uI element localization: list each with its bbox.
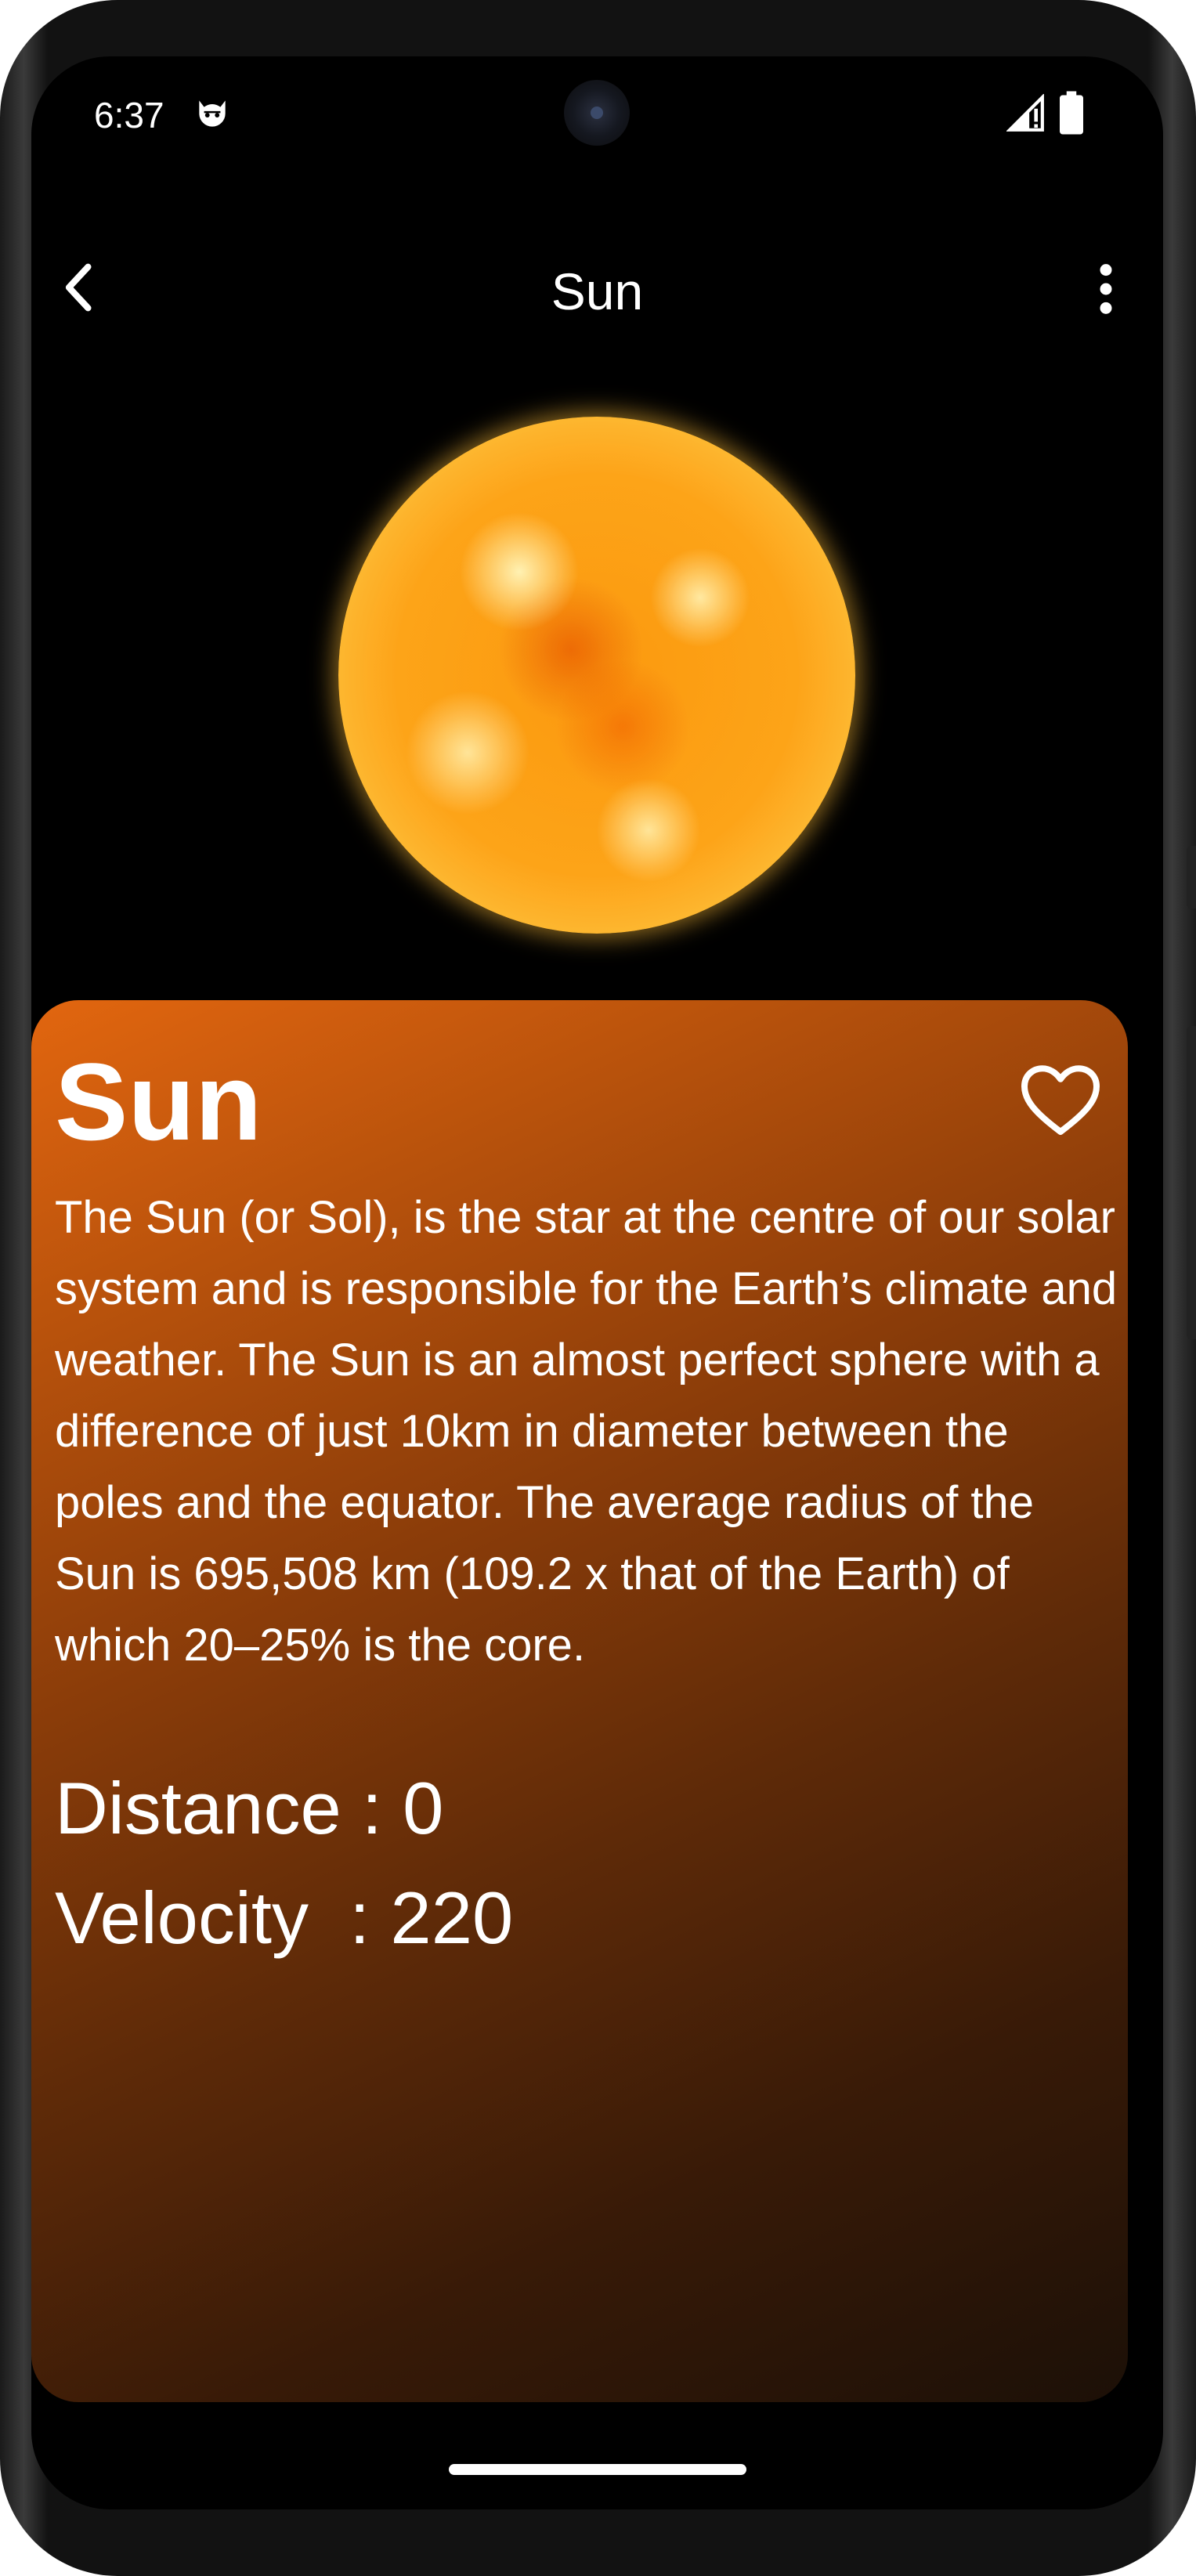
sun-image xyxy=(338,417,855,934)
screen: 6:37 Sun Sun The Sun (or Sol), is the st… xyxy=(31,56,1163,2509)
info-card: Sun The Sun (or Sol), is the star at the… xyxy=(31,1000,1128,2402)
more-vertical-icon[interactable] xyxy=(1071,254,1141,324)
distance-value: Distance : 0 xyxy=(55,1767,444,1849)
battery-icon xyxy=(1060,91,1083,135)
page-title: Sun xyxy=(551,262,644,320)
heart-outline-icon[interactable] xyxy=(1020,1063,1101,1138)
front-camera xyxy=(564,80,630,146)
card-description: The Sun (or Sol), is the star at the cen… xyxy=(55,1192,1118,1671)
gesture-navigation-bar[interactable] xyxy=(449,2464,746,2475)
volume-button xyxy=(1187,1026,1196,1339)
card-title: Sun xyxy=(55,1040,262,1163)
phone-frame: 6:37 Sun Sun The Sun (or Sol), is the st… xyxy=(0,0,1196,2576)
cat-face-icon xyxy=(199,100,226,127)
app-bar: Sun xyxy=(31,237,1163,338)
velocity-value: Velocity : 220 xyxy=(55,1877,514,1959)
signal-icon xyxy=(1006,94,1044,132)
power-button xyxy=(1187,846,1196,909)
status-bar: 6:37 xyxy=(31,56,1163,174)
status-time: 6:37 xyxy=(94,95,164,135)
